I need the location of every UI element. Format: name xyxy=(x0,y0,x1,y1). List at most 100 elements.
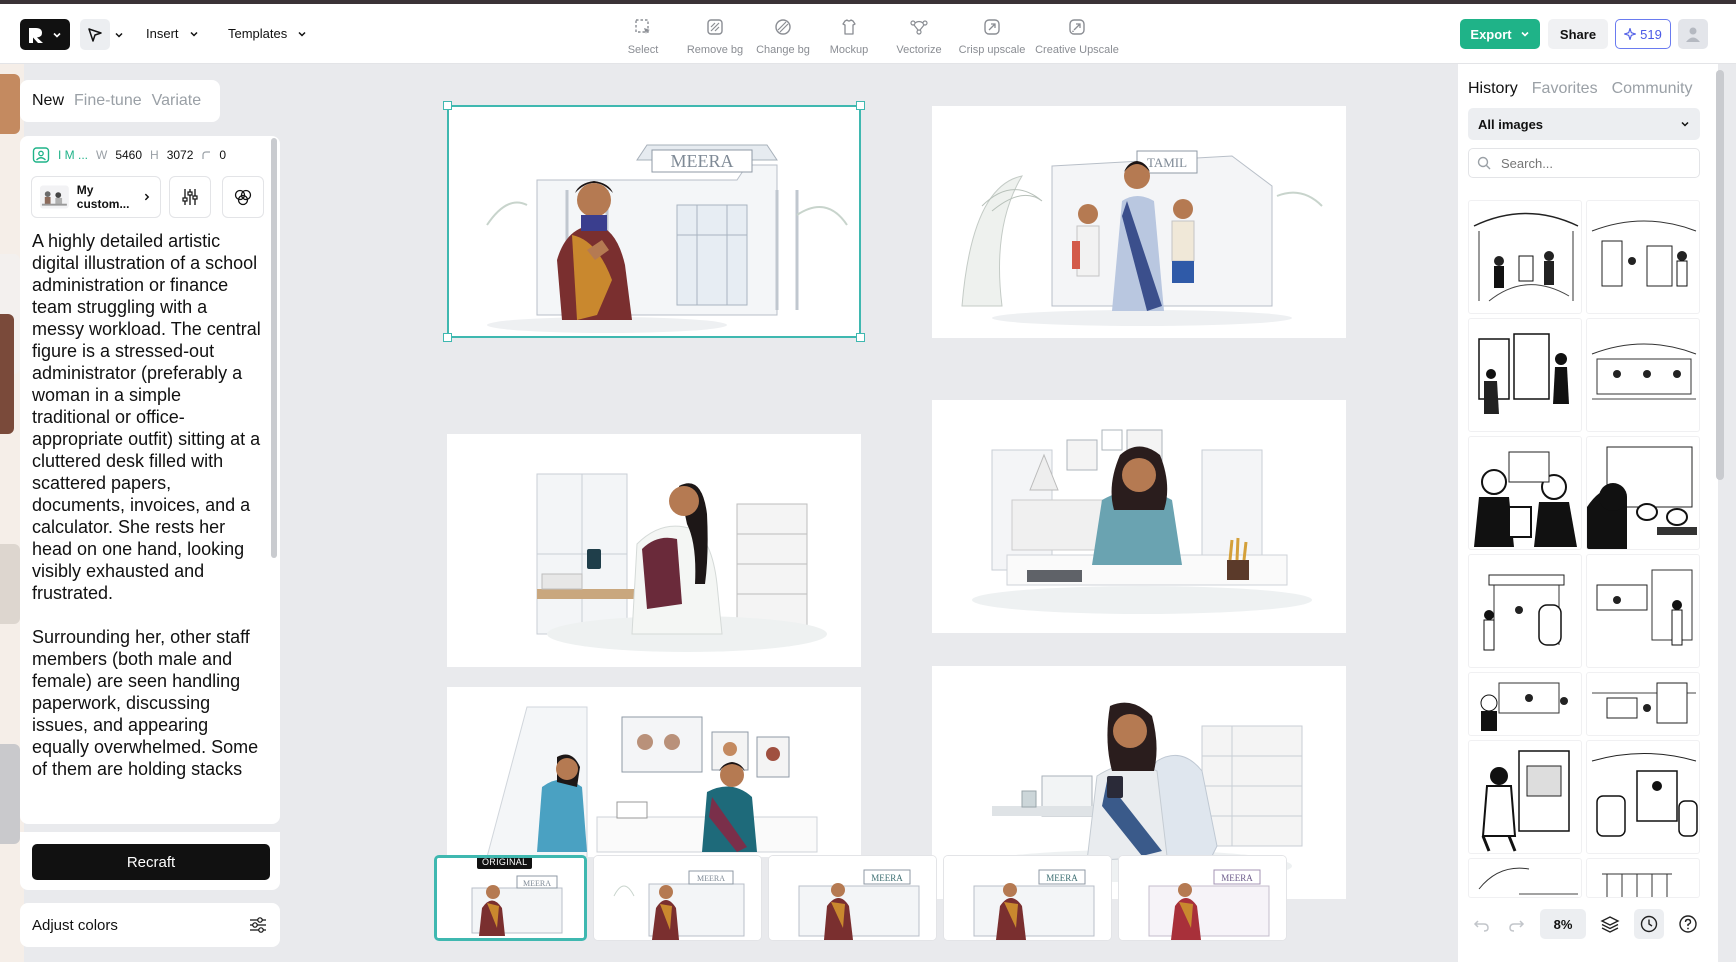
canvas-image-5[interactable] xyxy=(447,687,861,857)
tool-remove-bg[interactable]: Remove bg xyxy=(678,16,752,56)
tool-remove-bg-label: Remove bg xyxy=(686,44,744,56)
zoom-level[interactable]: 8% xyxy=(1540,909,1586,939)
history-thumb[interactable] xyxy=(1586,436,1700,550)
style-label: My custom... xyxy=(76,183,130,211)
variant-2[interactable]: MEERA xyxy=(593,855,762,941)
tab-community[interactable]: Community xyxy=(1612,80,1693,98)
history-thumb[interactable] xyxy=(1586,858,1700,898)
adjust-sliders-icon xyxy=(250,917,266,933)
history-thumb[interactable] xyxy=(1468,436,1582,550)
tab-new[interactable]: New xyxy=(32,92,64,110)
mockup-icon xyxy=(838,16,860,38)
canvas-image-1[interactable]: MEERA xyxy=(447,105,861,338)
redo-icon[interactable] xyxy=(1506,914,1526,934)
tool-crisp-upscale[interactable]: Crisp upscale xyxy=(954,16,1030,56)
settings-sliders-button[interactable] xyxy=(169,176,211,218)
history-thumb[interactable] xyxy=(1586,740,1700,854)
tool-select-label: Select xyxy=(627,44,659,56)
tool-mockup-label: Mockup xyxy=(829,44,869,56)
generation-mode-tabs: New Fine-tune Variate xyxy=(20,80,220,122)
history-search-input[interactable] xyxy=(1501,155,1691,171)
credits-count: 519 xyxy=(1640,26,1662,42)
history-thumb[interactable] xyxy=(1468,672,1582,736)
tool-mockup[interactable]: Mockup xyxy=(814,16,884,56)
remove-bg-icon xyxy=(704,16,726,38)
search-icon xyxy=(1477,156,1491,170)
undo-icon[interactable] xyxy=(1472,914,1492,934)
style-thumbnail-icon xyxy=(40,185,69,209)
export-button[interactable]: Export xyxy=(1460,19,1540,49)
width-value[interactable]: 5460 xyxy=(115,148,142,162)
tamil-sign-text: TAMIL xyxy=(1147,155,1187,170)
top-toolbar: Insert Templates Select Remove bg Change… xyxy=(0,4,1736,64)
tool-vectorize[interactable]: Vectorize xyxy=(884,16,954,56)
variants-strip: ORIGINAL MEERA MEERA MEERA MEERA MEERA xyxy=(434,855,1294,943)
variant-5[interactable]: MEERA xyxy=(1118,855,1287,941)
history-thumb[interactable] xyxy=(1468,740,1582,854)
height-value[interactable]: 3072 xyxy=(167,148,194,162)
adjust-colors-label: Adjust colors xyxy=(32,916,118,934)
tool-change-bg[interactable]: Change bg xyxy=(752,16,814,56)
tool-change-bg-label: Change bg xyxy=(756,44,810,56)
history-thumb[interactable] xyxy=(1468,858,1582,898)
share-button[interactable]: Share xyxy=(1548,19,1608,49)
canvas-image-2[interactable]: TAMIL xyxy=(932,106,1346,338)
pointer-tool-chevron-icon[interactable] xyxy=(114,30,124,40)
variant-original[interactable]: ORIGINAL MEERA xyxy=(434,855,587,941)
image-filter-dropdown[interactable]: All images xyxy=(1468,108,1700,140)
style-selector-button[interactable]: My custom... xyxy=(31,176,161,218)
cursor-arrow-icon xyxy=(88,27,102,42)
app-menu-button[interactable] xyxy=(20,19,70,50)
variant-sign-text: MEERA xyxy=(871,873,903,883)
prompt-textarea[interactable]: A highly detailed artistic digital illus… xyxy=(32,230,262,810)
variant-4[interactable]: MEERA xyxy=(943,855,1112,941)
history-panel: History Favorites Community All images xyxy=(1458,64,1718,962)
templates-menu[interactable]: Templates xyxy=(228,26,307,41)
history-scrollbar[interactable] xyxy=(1716,70,1724,480)
history-search xyxy=(1468,148,1700,178)
vectorize-icon xyxy=(908,16,930,38)
crisp-upscale-icon xyxy=(981,16,1003,38)
canvas-image-3[interactable] xyxy=(447,434,861,667)
recraft-label: Recraft xyxy=(126,853,176,871)
palette-icon xyxy=(234,189,252,206)
history-thumb[interactable] xyxy=(1586,318,1700,432)
adjust-colors-row[interactable]: Adjust colors xyxy=(20,903,280,947)
image-type-label[interactable]: I M ... xyxy=(58,148,88,162)
pointer-tool-button[interactable] xyxy=(80,19,110,50)
color-palette-button[interactable] xyxy=(222,176,264,218)
variant-sign-text: MEERA xyxy=(697,874,725,883)
history-thumb[interactable] xyxy=(1468,200,1582,314)
credits-button[interactable]: 519 xyxy=(1615,19,1671,49)
export-label: Export xyxy=(1470,26,1512,42)
tab-favorites[interactable]: Favorites xyxy=(1532,80,1598,98)
variant-3[interactable]: MEERA xyxy=(768,855,937,941)
recraft-button[interactable]: Recraft xyxy=(32,844,270,880)
tab-variate[interactable]: Variate xyxy=(152,92,202,110)
layers-icon[interactable] xyxy=(1600,914,1620,934)
change-bg-icon xyxy=(772,16,794,38)
history-toggle-button[interactable] xyxy=(1634,909,1664,939)
user-icon xyxy=(1686,27,1700,42)
history-thumb[interactable] xyxy=(1586,200,1700,314)
history-thumb[interactable] xyxy=(1468,318,1582,432)
tool-creative-upscale[interactable]: Creative Upscale xyxy=(1030,16,1124,56)
insert-menu[interactable]: Insert xyxy=(146,26,199,41)
zoom-value: 8% xyxy=(1553,916,1573,932)
select-icon xyxy=(632,16,654,38)
history-thumb[interactable] xyxy=(1586,554,1700,668)
canvas-image-4[interactable] xyxy=(932,400,1346,633)
image-filter-value: All images xyxy=(1478,116,1544,132)
history-thumb[interactable] xyxy=(1468,554,1582,668)
tab-history[interactable]: History xyxy=(1468,80,1518,98)
help-icon[interactable] xyxy=(1678,914,1698,934)
tool-select[interactable]: Select xyxy=(618,16,668,56)
history-thumb[interactable] xyxy=(1586,672,1700,736)
corner-radius-value[interactable]: 0 xyxy=(219,148,226,162)
chevron-down-icon xyxy=(1681,121,1689,127)
prompt-scrollbar[interactable] xyxy=(271,138,277,558)
tab-fine-tune[interactable]: Fine-tune xyxy=(74,92,142,110)
sparkle-icon xyxy=(1624,28,1637,40)
user-avatar[interactable] xyxy=(1678,19,1708,49)
history-tabs: History Favorites Community xyxy=(1468,80,1692,98)
